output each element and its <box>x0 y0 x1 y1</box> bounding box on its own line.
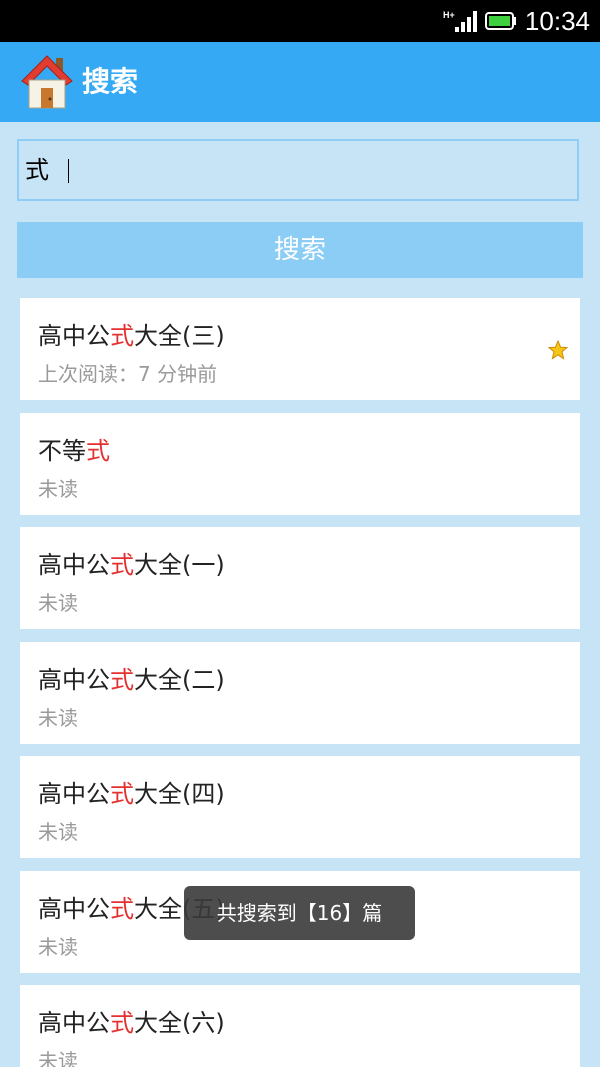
item-read-status: 未读 <box>38 1049 78 1067</box>
item-title-suffix: 大全(四) <box>134 780 225 808</box>
search-input[interactable]: 式 <box>17 139 579 201</box>
battery-icon <box>484 12 516 30</box>
item-title: 高中公式大全(二) <box>38 660 225 695</box>
status-time: 10:34 <box>524 5 590 36</box>
home-icon[interactable] <box>20 54 74 110</box>
list-item[interactable]: 高中公式大全(六) 未读 <box>20 985 580 1067</box>
app-header: 搜索 <box>0 42 600 122</box>
item-title-suffix: 大全(三) <box>134 322 225 350</box>
list-item[interactable]: 高中公式大全(二) 未读 <box>20 642 580 744</box>
item-title-highlight: 式 <box>110 780 134 808</box>
item-title-suffix: 大全(一) <box>134 551 225 579</box>
item-title-highlight: 式 <box>110 895 134 923</box>
list-item[interactable]: 高中公式大全(三) 上次阅读：7 分钟前 <box>20 298 580 400</box>
item-title: 高中公式大全(四) <box>38 774 225 809</box>
item-read-status: 未读 <box>38 820 78 844</box>
item-read-status: 上次阅读：7 分钟前 <box>38 362 218 386</box>
item-title-highlight: 式 <box>110 551 134 579</box>
item-title-highlight: 式 <box>110 1009 134 1037</box>
list-item[interactable]: 高中公式大全(一) 未读 <box>20 527 580 629</box>
item-title-prefix: 高中公 <box>38 895 110 923</box>
item-title-suffix: 大全(六) <box>134 1009 225 1037</box>
item-title: 不等式 <box>38 431 110 466</box>
search-input-value: 式 <box>25 156 49 184</box>
item-title-prefix: 高中公 <box>38 1009 110 1037</box>
item-title-suffix: 大全(二) <box>134 666 225 694</box>
item-title: 高中公式大全(一) <box>38 545 225 580</box>
item-title: 高中公式大全(六) <box>38 1003 225 1038</box>
item-title: 高中公式大全(三) <box>38 316 225 351</box>
signal-icon: H+ <box>443 10 477 32</box>
results-list[interactable]: 高中公式大全(三) 上次阅读：7 分钟前 不等式 未读 高中公式大全(一) 未读 高中公式大… <box>17 295 583 1067</box>
item-title-prefix: 高中公 <box>38 780 110 808</box>
item-title-prefix: 高中公 <box>38 322 110 350</box>
item-title-highlight: 式 <box>86 437 110 465</box>
network-type-label: H+ <box>443 10 455 20</box>
item-read-status: 未读 <box>38 935 78 959</box>
item-title-prefix: 高中公 <box>38 551 110 579</box>
list-item[interactable]: 高中公式大全(四) 未读 <box>20 756 580 858</box>
item-title-highlight: 式 <box>110 666 134 694</box>
list-item[interactable]: 不等式 未读 <box>20 413 580 515</box>
item-title-highlight: 式 <box>110 322 134 350</box>
page-title: 搜索 <box>82 65 139 98</box>
item-read-status: 未读 <box>38 591 78 615</box>
toast-message: 共搜索到【16】篇 <box>184 886 415 940</box>
item-title-prefix: 不等 <box>38 437 86 465</box>
item-read-status: 未读 <box>38 706 78 730</box>
item-read-status: 未读 <box>38 477 78 501</box>
item-title-prefix: 高中公 <box>38 666 110 694</box>
status-bar: H+ 10:34 <box>0 0 600 42</box>
text-cursor <box>68 159 69 183</box>
search-button[interactable]: 搜索 <box>17 222 583 278</box>
star-icon[interactable] <box>548 340 568 360</box>
